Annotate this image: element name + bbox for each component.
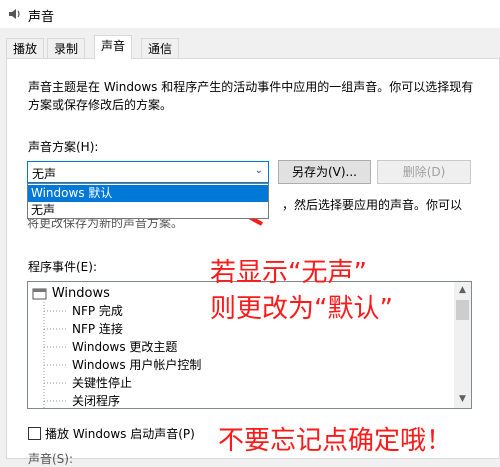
windows-folder-icon — [32, 288, 47, 299]
description-text: 声音主题是在 Windows 和程序产生的活动事件中应用的一组声音。你可以选择现… — [28, 80, 474, 112]
scheme-selected-value: 无声 — [32, 167, 57, 181]
scheme-label: 声音方案(H): — [28, 140, 99, 154]
speaker-icon — [9, 9, 20, 19]
tree-root-item[interactable]: Windows — [32, 286, 110, 301]
partial-text-1: ，然后选择要应用的声音。你可以 — [282, 198, 463, 212]
tab-communications[interactable]: 通信 — [141, 38, 180, 58]
title-bar — [0, 0, 500, 28]
list-item[interactable]: Windows 用户帐户控制 — [72, 356, 201, 374]
startup-sound-label: 播放 Windows 启动声音(P) — [45, 427, 195, 441]
list-scrollbar[interactable]: ▲ ▼ — [454, 282, 471, 408]
tree-lines — [43, 302, 66, 408]
list-item[interactable]: Windows 更改主题 — [72, 338, 177, 356]
option-windows-default[interactable]: Windows 默认 — [28, 185, 268, 202]
window-title: 声音 — [28, 10, 55, 25]
delete-button[interactable]: 删除(D) — [377, 160, 471, 184]
events-label: 程序事件(E): — [28, 260, 97, 274]
option-no-sounds[interactable]: 无声 — [28, 202, 268, 219]
scheme-select[interactable]: 无声 ⌄ — [27, 161, 269, 183]
chevron-down-icon: ⌄ — [254, 165, 263, 176]
annotation-text-1: 若显示“无声” — [210, 258, 367, 288]
save-as-button[interactable]: 另存为(V)... — [278, 160, 371, 184]
scroll-down-icon[interactable]: ▼ — [454, 391, 471, 408]
annotation-text-3: 不要忘记点确定哦！ — [218, 426, 453, 456]
annotation-text-2: 则更改为“默认” — [210, 294, 393, 324]
tab-sounds[interactable]: 声音 — [94, 35, 133, 59]
list-item[interactable]: 关闭程序 — [72, 392, 120, 408]
scroll-up-icon[interactable]: ▲ — [454, 282, 471, 299]
tab-recording[interactable]: 录制 — [47, 38, 86, 58]
list-item[interactable]: 关键性停止 — [72, 374, 132, 392]
list-item[interactable]: NFP 完成 — [72, 302, 123, 320]
scheme-dropdown: Windows 默认 无声 — [27, 183, 269, 219]
tab-playback[interactable]: 播放 — [6, 38, 45, 58]
scroll-thumb[interactable] — [456, 300, 469, 320]
startup-sound-checkbox[interactable] — [28, 427, 41, 440]
tree-root-label: Windows — [51, 286, 110, 301]
list-item[interactable]: NFP 连接 — [72, 320, 123, 338]
